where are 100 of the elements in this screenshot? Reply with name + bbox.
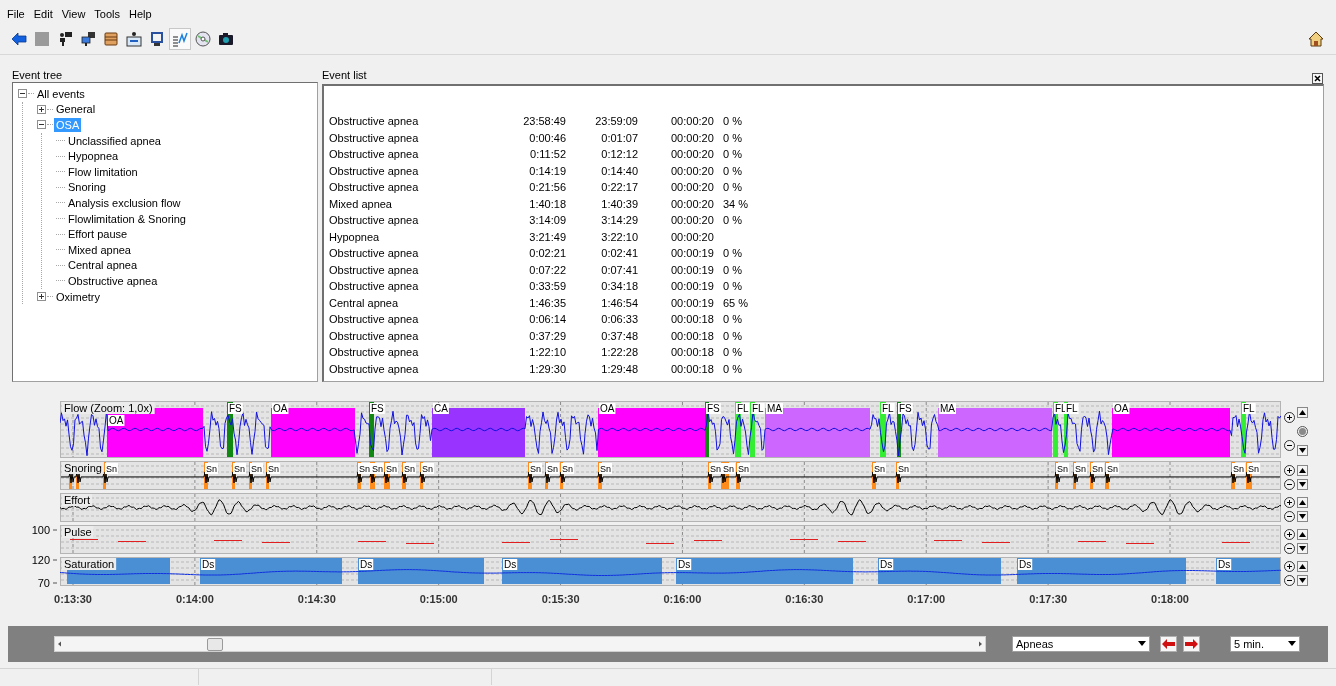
time-label: 0:13:30 — [54, 593, 92, 605]
zoom-in-icon[interactable] — [1284, 560, 1295, 572]
duration: 00:00:18 — [671, 362, 715, 375]
event-label: Sn — [1247, 463, 1260, 474]
time-label: 0:16:00 — [663, 593, 702, 605]
zoom-in-icon[interactable] — [1284, 496, 1295, 508]
event-marker[interactable] — [676, 558, 853, 584]
tree-item[interactable]: Effort pause — [66, 227, 130, 242]
down-icon[interactable] — [1297, 479, 1308, 491]
event-marker[interactable] — [69, 475, 72, 489]
event-name: Obstructive apnea — [329, 263, 420, 276]
reset-icon[interactable] — [1297, 426, 1308, 437]
menu-item[interactable]: Edit — [33, 8, 53, 20]
duration: 00:00:20 — [671, 181, 715, 194]
time-label: 0:15:30 — [541, 593, 580, 605]
duration: 00:00:18 — [671, 329, 715, 342]
menu-item[interactable]: View — [61, 8, 86, 20]
event-label: Sn — [358, 463, 371, 474]
tree-item[interactable]: General — [54, 102, 98, 117]
down-icon[interactable] — [1297, 575, 1308, 587]
event-marker[interactable] — [1216, 558, 1280, 584]
tree-item[interactable]: Unclassified apnea — [66, 133, 163, 148]
event-label: Sn — [873, 463, 886, 474]
event-marker[interactable] — [705, 402, 709, 457]
zoom-in-icon[interactable] — [1284, 411, 1295, 423]
percentage: 0 % — [723, 313, 742, 326]
horizontal-scrollbar[interactable] — [54, 636, 986, 652]
zoom-out-icon[interactable] — [1284, 511, 1295, 523]
tree-item[interactable]: Obstructive apnea — [66, 273, 160, 288]
collapse-icon[interactable] — [18, 89, 27, 99]
tree-item[interactable]: Mixed apnea — [66, 242, 133, 257]
down-icon[interactable] — [1297, 543, 1308, 555]
tree-item[interactable]: Analysis exclusion flow — [66, 195, 183, 210]
start-time: 0:33:59 — [528, 280, 566, 293]
previous-event-button[interactable] — [1160, 636, 1177, 652]
start-time: 3:14:09 — [528, 214, 566, 227]
up-icon[interactable] — [1297, 560, 1308, 572]
event-type-dropdown[interactable]: Apneas — [1012, 636, 1150, 652]
event-label: Sn — [104, 463, 118, 474]
down-icon[interactable] — [1297, 445, 1308, 456]
percentage: 0 % — [723, 329, 742, 342]
end-time: 0:34:18 — [600, 280, 638, 293]
menu-item[interactable]: Help — [129, 8, 152, 20]
stop-icon — [34, 31, 50, 47]
tree-item[interactable]: All events — [35, 86, 87, 101]
tree-item[interactable]: Oximetry — [54, 289, 102, 304]
zoom-out-icon[interactable] — [1284, 543, 1295, 555]
zoom-in-icon[interactable] — [1284, 528, 1295, 540]
scroll-thumb[interactable] — [207, 637, 223, 651]
tree-item[interactable]: Snoring — [66, 180, 108, 195]
start-time: 0:37:29 — [528, 329, 566, 342]
event-name: Obstructive apnea — [329, 164, 420, 177]
duration: 00:00:19 — [671, 296, 715, 309]
event-marker[interactable] — [76, 475, 79, 489]
percentage: 0 % — [723, 362, 742, 375]
event-name: Obstructive apnea — [329, 362, 420, 375]
up-icon[interactable] — [1297, 496, 1308, 508]
menu-item[interactable]: File — [7, 8, 25, 20]
percentage: 0 % — [723, 148, 742, 161]
event-marker[interactable] — [878, 558, 1001, 584]
zoom-out-icon[interactable] — [1284, 479, 1295, 491]
tree-item[interactable]: Hypopnea — [66, 149, 121, 164]
tree-item[interactable]: Flowlimitation & Snoring — [66, 211, 188, 226]
tree-item[interactable]: Central apnea — [66, 258, 140, 273]
up-icon[interactable] — [1297, 528, 1308, 540]
end-time: 0:37:48 — [600, 329, 638, 342]
end-time: 0:22:17 — [600, 181, 638, 194]
next-event-button[interactable] — [1183, 636, 1200, 652]
zoom-in-icon[interactable] — [1284, 464, 1295, 476]
event-marker[interactable] — [358, 558, 484, 584]
event-name: Obstructive apnea — [329, 313, 420, 326]
event-label: Ds — [1217, 559, 1232, 570]
zoom-out-icon[interactable] — [1284, 440, 1295, 452]
event-label: Ds — [359, 559, 374, 570]
zoom-out-icon[interactable] — [1284, 575, 1295, 587]
expand-icon[interactable] — [37, 104, 46, 114]
duration: 00:00:19 — [671, 263, 715, 276]
event-label: Sn — [205, 463, 218, 474]
collapse-icon[interactable] — [37, 120, 46, 130]
start-time: 3:21:49 — [528, 230, 566, 243]
monitor-pair-icon — [80, 31, 96, 47]
event-marker[interactable] — [1017, 558, 1186, 584]
expand-icon[interactable] — [37, 292, 46, 301]
close-icon[interactable] — [1312, 72, 1323, 84]
end-time: 0:01:07 — [600, 131, 638, 144]
up-icon[interactable] — [1297, 407, 1308, 418]
event-marker[interactable] — [200, 558, 342, 584]
event-marker[interactable] — [502, 558, 662, 584]
start-time: 23:58:49 — [522, 115, 566, 128]
down-icon[interactable] — [1297, 511, 1308, 523]
time-span-dropdown[interactable]: 5 min. — [1230, 636, 1300, 652]
tree-item[interactable]: Flow limitation — [66, 164, 140, 179]
up-icon[interactable] — [1297, 464, 1308, 476]
time-label: 0:17:30 — [1029, 593, 1068, 605]
menu-item[interactable]: Tools — [94, 8, 121, 20]
event-name: Central apnea — [329, 296, 400, 309]
percentage: 0 % — [723, 214, 742, 227]
monitor-icon — [149, 31, 165, 47]
scale-label: 100 — [31, 524, 50, 536]
end-time: 3:22:10 — [600, 230, 638, 243]
